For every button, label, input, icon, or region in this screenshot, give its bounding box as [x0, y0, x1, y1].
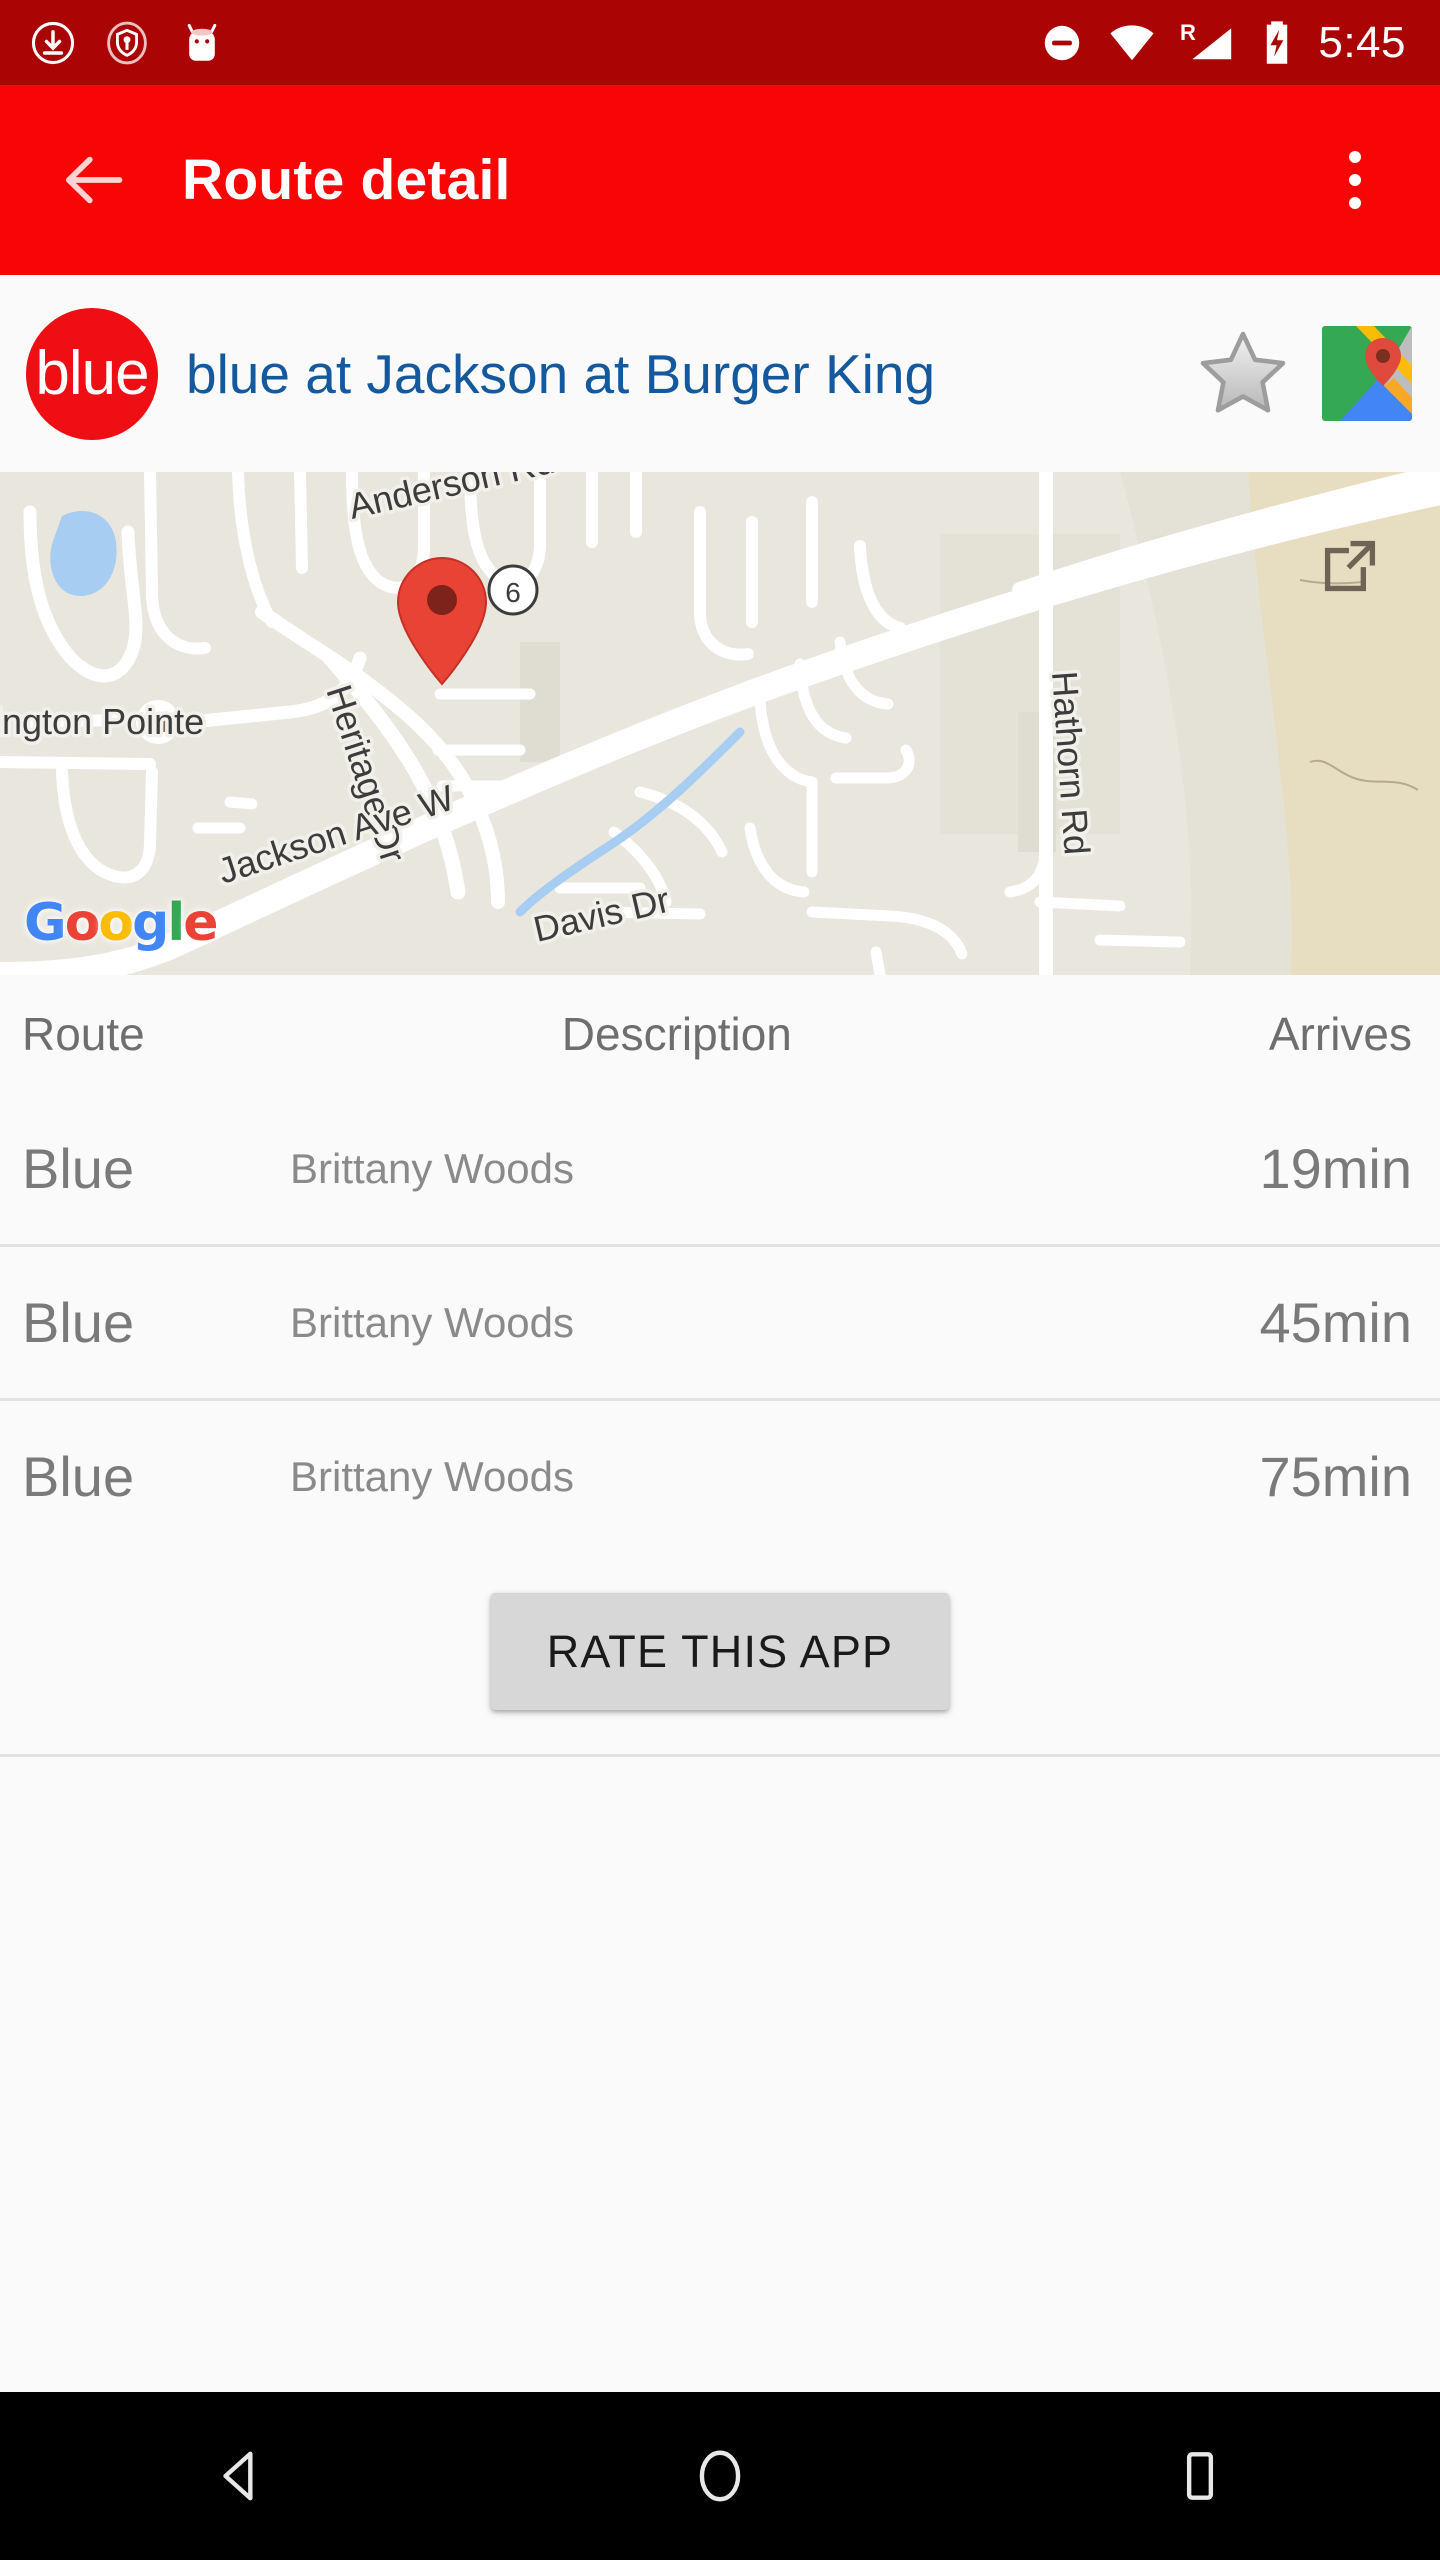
- row-route: Blue: [22, 1137, 135, 1200]
- do-not-disturb-icon: [1045, 25, 1080, 60]
- battery-charging-icon: [1267, 20, 1288, 64]
- app-bar: Route detail: [0, 85, 1440, 275]
- highway-shield-label: 6: [505, 577, 521, 608]
- favorite-button[interactable]: [1188, 319, 1298, 429]
- schedule-table-header: Route Description Arrives: [0, 975, 1440, 1093]
- wifi-icon: [1110, 24, 1154, 60]
- column-header-description: Description: [561, 1008, 792, 1060]
- more-vert-icon-dot2: [1349, 174, 1361, 186]
- star-outline-icon: [1200, 331, 1286, 413]
- row-arrives: 19min: [1259, 1137, 1412, 1200]
- rate-app-section: RATE THIS APP: [0, 1548, 1440, 1757]
- android-head-icon: [187, 23, 217, 61]
- more-vert-icon: [1349, 151, 1361, 163]
- more-vert-icon-dot3: [1349, 197, 1361, 209]
- row-route: Blue: [22, 1445, 135, 1508]
- page-title: Route detail: [182, 148, 511, 212]
- map-preview[interactable]: 6 Anderson Rd Heritage Dr ington Pointe …: [0, 472, 1440, 975]
- nav-recents-square-icon: [1186, 2452, 1214, 2500]
- svg-text:R: R: [1180, 20, 1196, 45]
- status-bar-right-icons: R 5:45: [1040, 19, 1440, 67]
- row-description: Brittany Woods: [290, 1144, 575, 1192]
- status-bar: R 5:45: [0, 0, 1440, 85]
- row-route: Blue: [22, 1291, 135, 1354]
- overflow-menu-button[interactable]: [1310, 120, 1400, 240]
- table-row[interactable]: Blue Brittany Woods 45min: [0, 1247, 1440, 1401]
- row-arrives: 75min: [1259, 1445, 1412, 1508]
- table-row[interactable]: Blue Brittany Woods 75min: [0, 1401, 1440, 1555]
- route-badge: blue: [26, 307, 158, 440]
- nav-home-button[interactable]: [620, 2392, 820, 2560]
- nav-back-button[interactable]: [140, 2392, 340, 2560]
- back-button[interactable]: [46, 132, 142, 228]
- nav-recents-button[interactable]: [1100, 2392, 1300, 2560]
- roaming-signal-icon: R: [1180, 20, 1232, 59]
- column-header-arrives: Arrives: [1268, 1008, 1412, 1060]
- stop-header: blue blue at Jackson at Burger King: [0, 275, 1440, 472]
- google-watermark: Google: [24, 893, 219, 953]
- arrow-back-icon: [65, 156, 123, 204]
- empty-content-area: [0, 1760, 1440, 2392]
- row-description: Brittany Woods: [290, 1298, 575, 1346]
- stop-name: blue at Jackson at Burger King: [186, 342, 936, 405]
- android-navigation-bar: [0, 2392, 1440, 2560]
- row-arrives: 45min: [1259, 1291, 1412, 1354]
- download-icon: [31, 21, 75, 64]
- phone-screen: R 5:45 Route detail blue blue at Jackson…: [0, 0, 1440, 2560]
- status-bar-left-icons: [0, 19, 1040, 67]
- nav-back-triangle-icon: [223, 2451, 253, 2501]
- row-description: Brittany Woods: [290, 1452, 575, 1500]
- nav-home-circle-icon: [699, 2450, 741, 2502]
- rate-this-app-button[interactable]: RATE THIS APP: [490, 1592, 950, 1710]
- google-maps-icon: [1322, 326, 1412, 421]
- open-google-maps-button[interactable]: [1322, 326, 1412, 421]
- map-label: ington Pointe: [0, 701, 204, 742]
- vpn-key-shield-icon: [107, 21, 147, 64]
- status-bar-clock: 5:45: [1318, 17, 1406, 67]
- open-in-new-icon[interactable]: [1318, 534, 1382, 598]
- route-badge-label: blue: [35, 338, 149, 408]
- table-row[interactable]: Blue Brittany Woods 19min: [0, 1093, 1440, 1247]
